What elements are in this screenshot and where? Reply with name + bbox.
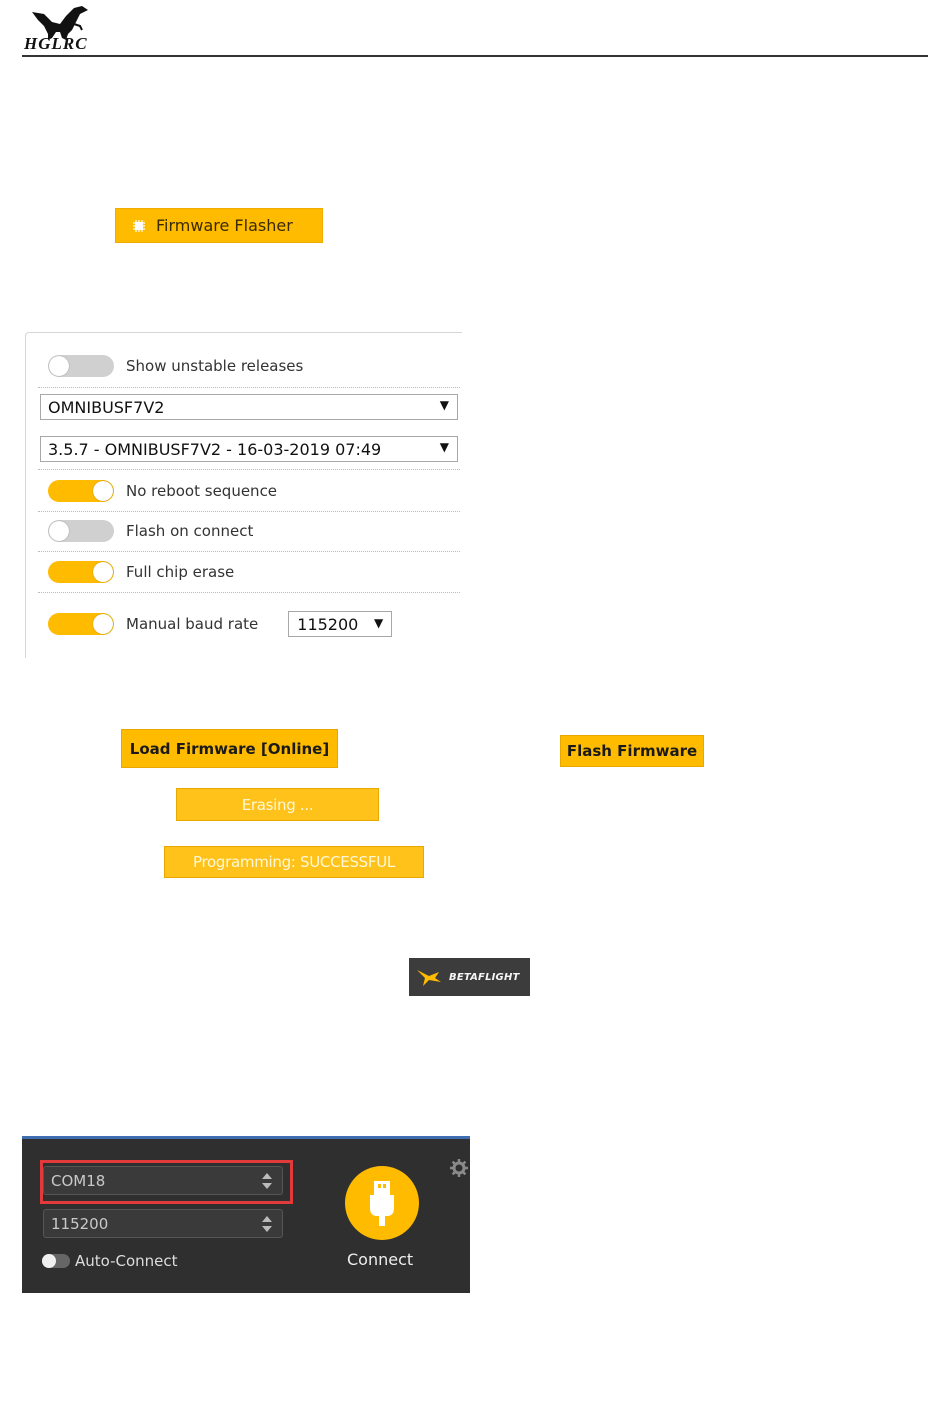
dropdown-arrow-icon: ▼ — [374, 616, 384, 630]
chip-icon — [133, 219, 145, 232]
load-firmware-online-button[interactable]: Load Firmware [Online] — [121, 729, 338, 768]
divider — [38, 387, 460, 388]
dropdown-arrow-icon: ▼ — [439, 398, 449, 412]
flash-firmware-button[interactable]: Flash Firmware — [560, 735, 704, 767]
connect-panel: COM18 115200 Auto-Connect Connect — [22, 1136, 470, 1293]
gear-icon[interactable] — [450, 1159, 468, 1177]
divider — [38, 511, 460, 512]
option-full-chip-erase: Full chip erase — [38, 561, 460, 583]
no-reboot-toggle[interactable] — [48, 480, 114, 502]
manual-baud-label: Manual baud rate — [126, 615, 259, 633]
firmware-flasher-tab[interactable]: Firmware Flasher — [115, 208, 323, 243]
full-chip-erase-label: Full chip erase — [126, 563, 235, 581]
manual-baud-value: 115200 — [297, 614, 359, 634]
usb-plug-icon — [370, 1181, 394, 1226]
manual-baud-toggle[interactable] — [48, 613, 114, 635]
connect-button[interactable] — [345, 1166, 419, 1240]
betaflight-wordmark: BETAFLIGHT — [449, 971, 520, 983]
board-select[interactable]: OMNIBUSF7V2 ▼ — [40, 394, 458, 420]
flash-on-connect-toggle[interactable] — [48, 520, 114, 542]
dropdown-arrow-icon: ▼ — [439, 440, 449, 454]
divider — [38, 469, 460, 470]
option-flash-on-connect: Flash on connect — [38, 520, 460, 542]
firmware-version-select[interactable]: 3.5.7 - OMNIBUSF7V2 - 16-03-2019 07:49 ▼ — [40, 436, 458, 462]
auto-connect-toggle-row[interactable]: Auto-Connect — [42, 1252, 178, 1270]
auto-connect-label: Auto-Connect — [75, 1252, 178, 1270]
erasing-progress-bar: Erasing ... — [176, 788, 379, 821]
option-show-unstable: Show unstable releases — [38, 355, 460, 377]
show-unstable-toggle[interactable] — [48, 355, 114, 377]
option-no-reboot: No reboot sequence — [38, 480, 460, 502]
board-select-value: OMNIBUSF7V2 — [48, 397, 165, 417]
divider — [38, 592, 460, 593]
bee-icon — [417, 970, 441, 986]
firmware-flasher-label: Firmware Flasher — [156, 216, 293, 235]
divider — [38, 551, 460, 552]
programming-status-bar: Programming: SUCCESSFUL — [164, 846, 424, 878]
no-reboot-label: No reboot sequence — [126, 482, 278, 500]
flasher-options-panel: Show unstable releases OMNIBUSF7V2 ▼ 3.5… — [25, 332, 462, 658]
firmware-version-value: 3.5.7 - OMNIBUSF7V2 - 16-03-2019 07:49 — [48, 439, 382, 459]
logo-wordmark: HGLRC — [24, 34, 88, 53]
betaflight-logo: BETAFLIGHT — [409, 958, 530, 996]
baud-value: 115200 — [51, 1214, 109, 1233]
connect-label: Connect — [347, 1250, 414, 1269]
header-rule — [22, 55, 928, 57]
option-manual-baud: Manual baud rate 115200 ▼ — [38, 611, 460, 637]
baud-select[interactable]: 115200 — [43, 1209, 283, 1238]
port-highlight-box — [40, 1160, 293, 1204]
full-chip-erase-toggle[interactable] — [48, 561, 114, 583]
show-unstable-label: Show unstable releases — [126, 357, 304, 375]
spinner-arrows-icon — [262, 1215, 272, 1233]
flash-on-connect-label: Flash on connect — [126, 522, 254, 540]
auto-connect-toggle[interactable] — [42, 1254, 70, 1268]
manual-baud-select[interactable]: 115200 ▼ — [288, 611, 393, 637]
